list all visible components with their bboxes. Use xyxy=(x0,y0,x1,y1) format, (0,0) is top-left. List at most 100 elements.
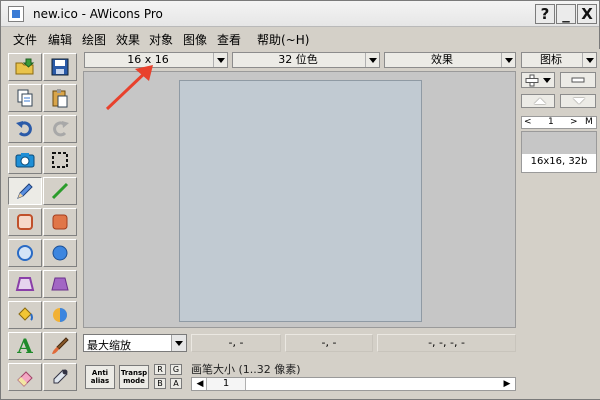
chevron-down-icon xyxy=(582,53,596,67)
icon-panel: 图标 < 1 > M 16x16, 32b xyxy=(518,49,600,399)
chevron-down-icon xyxy=(501,53,515,67)
polygon-tool[interactable] xyxy=(8,270,42,298)
workspace xyxy=(83,71,516,328)
channel-g-button[interactable]: G xyxy=(170,364,182,375)
scroll-right-icon[interactable]: ▶ xyxy=(501,378,513,390)
pencil-tool[interactable] xyxy=(8,177,42,205)
size-combo[interactable]: 16 x 16 xyxy=(84,52,228,68)
color-depth-combo-value: 32 位色 xyxy=(278,53,318,66)
eyedropper-tool[interactable] xyxy=(43,363,77,391)
move-down-button[interactable] xyxy=(560,94,596,108)
pen-size-slider[interactable]: ◀ 1 ▶ xyxy=(191,377,516,391)
chevron-down-icon xyxy=(213,53,227,67)
menu-help[interactable]: 帮助(~H) xyxy=(257,31,309,48)
color-depth-combo[interactable]: 32 位色 xyxy=(232,52,380,68)
nav-page-number: 1 xyxy=(548,117,554,127)
move-up-button[interactable] xyxy=(521,94,555,108)
plus-icon xyxy=(525,74,539,87)
polygon-filled-icon xyxy=(51,277,69,291)
menu-view[interactable]: 查看 xyxy=(217,31,241,48)
arrow-down-icon xyxy=(573,98,585,104)
eraser-icon xyxy=(17,371,33,387)
redo-button[interactable] xyxy=(43,115,77,143)
channel-r-button[interactable]: R xyxy=(154,364,166,375)
icon-type-combo[interactable]: 图标 xyxy=(521,52,597,68)
open-folder-icon xyxy=(15,58,35,75)
transparent-mode-button[interactable]: Transp mode xyxy=(119,365,149,389)
toolbox: A xyxy=(3,51,83,397)
undo-icon xyxy=(16,121,32,137)
filled-ellipse-tool[interactable] xyxy=(43,239,77,267)
save-disk-icon xyxy=(51,58,69,76)
capture-button[interactable] xyxy=(8,146,42,174)
zoom-select-value: 最大缩放 xyxy=(87,339,131,352)
remove-image-button[interactable] xyxy=(560,72,596,88)
help-button[interactable]: ? xyxy=(535,4,555,24)
gradient-tool[interactable] xyxy=(43,301,77,329)
status-cell-size: -, - xyxy=(285,334,373,352)
window-title: new.ico - AWicons Pro xyxy=(33,7,163,21)
drawing-canvas[interactable] xyxy=(179,80,422,322)
title-bar[interactable]: new.ico - AWicons Pro ? _ X xyxy=(1,1,599,27)
paste-icon xyxy=(52,89,68,108)
paint-bucket-icon xyxy=(18,307,33,321)
rectangle-tool[interactable] xyxy=(8,208,42,236)
menu-image[interactable]: 图像 xyxy=(183,31,207,48)
app-window: new.ico - AWicons Pro ? _ X 文件 编辑 绘图 效果 … xyxy=(0,0,600,400)
pen-size-thumb[interactable]: 1 xyxy=(206,378,246,390)
text-a-icon: A xyxy=(17,334,33,358)
ellipse-tool[interactable] xyxy=(8,239,42,267)
status-cell-coords: -, - xyxy=(191,334,281,352)
gradient-icon xyxy=(53,308,67,322)
brush-tool[interactable] xyxy=(43,332,77,360)
scroll-left-icon[interactable]: ◀ xyxy=(194,378,206,390)
filled-rectangle-tool[interactable] xyxy=(43,208,77,236)
rectangle-outline-icon xyxy=(17,214,33,230)
nav-next-button[interactable]: > xyxy=(570,117,578,128)
select-tool[interactable] xyxy=(43,146,77,174)
paste-button[interactable] xyxy=(43,84,77,112)
save-button[interactable] xyxy=(43,53,77,81)
brush-icon xyxy=(52,337,69,354)
minus-icon xyxy=(571,77,585,83)
menu-bar: 文件 编辑 绘图 效果 对象 图像 查看 帮助(~H) xyxy=(1,27,599,49)
antialias-button[interactable]: Anti alias xyxy=(85,365,115,389)
channel-b-button[interactable]: B xyxy=(154,378,166,389)
line-tool[interactable] xyxy=(43,177,77,205)
zoom-select[interactable]: 最大缩放 xyxy=(83,334,187,352)
effects-combo[interactable]: 效果 xyxy=(384,52,516,68)
chevron-down-icon xyxy=(543,78,551,83)
icon-image-list: 16x16, 32b xyxy=(521,131,597,173)
menu-draw[interactable]: 绘图 xyxy=(82,31,106,48)
effects-combo-value: 效果 xyxy=(431,53,453,66)
menu-effects[interactable]: 效果 xyxy=(116,31,140,48)
undo-button[interactable] xyxy=(8,115,42,143)
add-image-button[interactable] xyxy=(521,72,555,88)
text-tool[interactable]: A xyxy=(8,332,42,360)
menu-edit[interactable]: 编辑 xyxy=(48,31,72,48)
rectangle-filled-icon xyxy=(52,214,68,230)
eraser-tool[interactable] xyxy=(8,363,42,391)
camera-icon xyxy=(15,153,35,168)
icon-type-combo-value: 图标 xyxy=(540,53,562,66)
nav-prev-button[interactable]: < xyxy=(524,117,532,128)
line-icon xyxy=(51,182,69,200)
nav-m-button[interactable]: M xyxy=(585,117,593,128)
chevron-down-icon xyxy=(365,53,379,67)
fill-tool[interactable] xyxy=(8,301,42,329)
close-button[interactable]: X xyxy=(577,4,597,24)
channel-a-button[interactable]: A xyxy=(170,378,182,389)
status-cell-color: -, -, -, - xyxy=(377,334,516,352)
ellipse-outline-icon xyxy=(17,245,33,261)
icon-thumbnail[interactable] xyxy=(522,132,596,154)
eyedropper-icon xyxy=(53,369,68,384)
pencil-icon xyxy=(17,183,33,199)
menu-file[interactable]: 文件 xyxy=(13,31,37,48)
arrow-up-icon xyxy=(534,98,546,104)
marquee-select-icon xyxy=(52,152,68,168)
filled-polygon-tool[interactable] xyxy=(43,270,77,298)
minimize-button[interactable]: _ xyxy=(556,4,576,24)
menu-object[interactable]: 对象 xyxy=(149,31,173,48)
copy-button[interactable] xyxy=(8,84,42,112)
open-button[interactable] xyxy=(8,53,42,81)
